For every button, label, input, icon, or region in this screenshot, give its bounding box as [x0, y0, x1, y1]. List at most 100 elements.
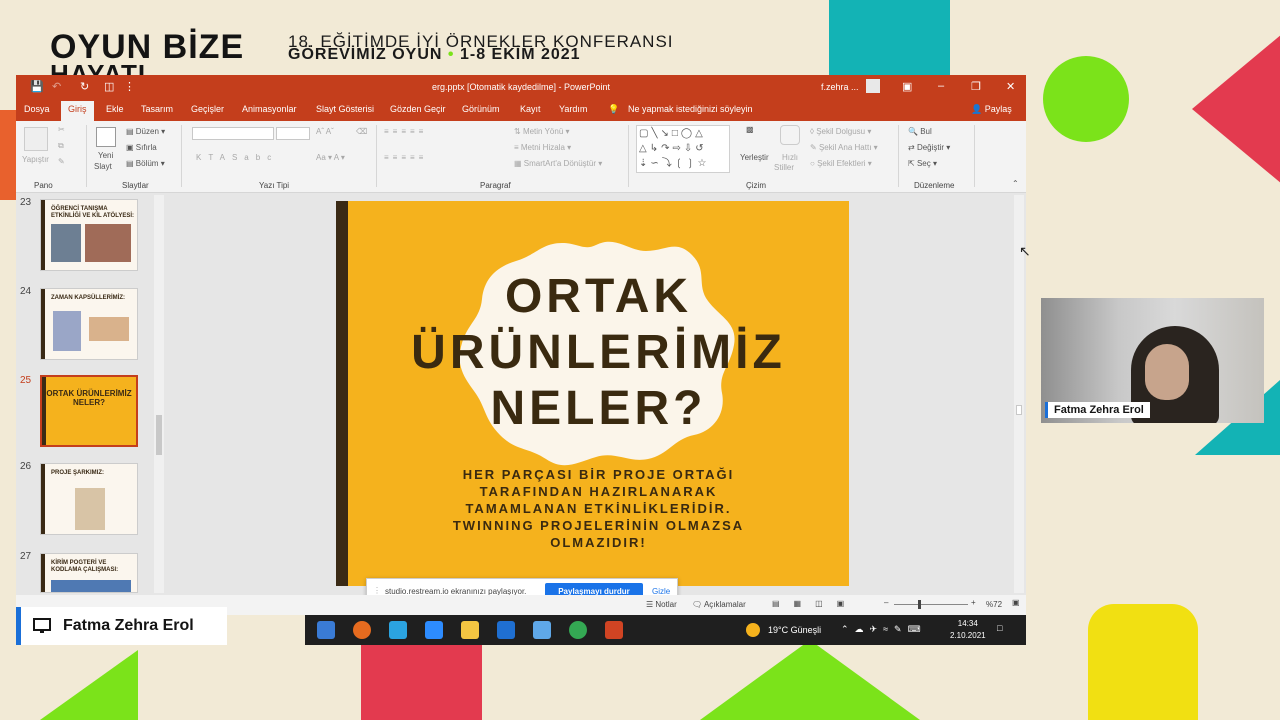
conference-logo-line2: HAYATI — [50, 60, 147, 76]
powerpoint-window: 💾 ↶ ↻ ◫ ⋮ erg.pptx [Otomatik kaydedilme]… — [16, 75, 1026, 615]
decor-yellow-block — [1088, 604, 1198, 720]
tab-dosya[interactable]: Dosya — [24, 104, 50, 114]
share-button[interactable]: 👤 Paylaş — [971, 104, 1012, 115]
font-grow-icon[interactable]: Aˆ Aˇ — [316, 127, 334, 136]
tab-slayt-gosterisi[interactable]: Slayt Gösterisi — [316, 104, 374, 114]
select-button[interactable]: ⇱ Seç ▾ — [908, 159, 937, 168]
thumb-number: 25 — [20, 375, 32, 386]
firefox-icon[interactable] — [353, 621, 371, 639]
close-icon[interactable]: ✕ — [1006, 80, 1015, 93]
conference-subtitle: GÖREVİMİZ OYUN • 1-8 EKİM 2021 — [288, 46, 581, 63]
tab-giris[interactable]: Giriş — [61, 101, 94, 121]
arrange-button[interactable]: Yerleştir — [740, 153, 769, 162]
tab-gecisler[interactable]: Geçişler — [191, 104, 224, 114]
chrome-icon[interactable] — [569, 621, 587, 639]
smartart-button[interactable]: ▦ SmartArt'a Dönüştür ▾ — [514, 159, 602, 168]
thumb-title: KİRİM POGTERİ VE KODLAMA ÇALIŞMASI: — [51, 560, 119, 573]
find-button[interactable]: 🔍 Bul — [908, 127, 932, 136]
new-slide-button-line2[interactable]: Slayt — [94, 162, 112, 171]
shape-outline-button[interactable]: ✎ Şekil Ana Hattı ▾ — [810, 143, 878, 152]
decor-green-triangle-left — [40, 650, 138, 720]
slide-thumbnail-24[interactable]: ZAMAN KAPSÜLLERİMİZ: — [40, 288, 138, 360]
new-slide-icon[interactable] — [96, 127, 116, 147]
zoom-slider-thumb[interactable] — [918, 600, 921, 609]
comments-button[interactable]: 🗨 Açıklamalar — [692, 600, 746, 609]
clock[interactable]: 14:34 2.10.2021 — [950, 618, 986, 642]
tab-kayit[interactable]: Kayıt — [520, 104, 541, 114]
weather-icon[interactable] — [746, 623, 760, 637]
file-explorer-icon[interactable] — [461, 621, 479, 639]
weather-text[interactable]: 19°C Güneşli — [768, 625, 821, 635]
quick-styles-button-line2[interactable]: Stiller — [774, 163, 794, 172]
replace-button[interactable]: ⇄ Değiştir ▾ — [908, 143, 950, 152]
user-name[interactable]: f.zehra ... — [821, 82, 859, 92]
notes-button[interactable]: ☰ Notlar — [646, 600, 677, 609]
current-slide[interactable]: ORTAK ÜRÜNLERİMİZ NELER? HER PARÇASI BİR… — [336, 201, 849, 586]
zoom-out-icon[interactable]: – — [884, 598, 888, 607]
format-painter-icon[interactable]: ✎ — [58, 157, 65, 166]
list-buttons[interactable]: ≡≡≡≡≡ — [384, 127, 427, 136]
decor-green-triangle-mid — [700, 640, 920, 720]
quick-styles-button[interactable]: Hızlı — [782, 153, 798, 162]
tell-me-search[interactable]: Ne yapmak istediğinizi söyleyin — [628, 104, 753, 114]
font-size-input[interactable] — [276, 127, 310, 140]
fit-slide-icon[interactable]: ▣ — [1012, 598, 1020, 607]
slide-thumbnail-25[interactable]: ORTAK ÜRÜNLERİMİZ NELER? — [40, 375, 138, 447]
l-app-icon[interactable] — [389, 621, 407, 639]
participant-face — [1145, 344, 1189, 400]
font-style-buttons[interactable]: KTASabc — [196, 153, 278, 162]
zoom-level[interactable]: %72 — [986, 600, 1002, 609]
shape-gallery[interactable]: ▢╲↘□◯△ △↳↷⇨⇩↺ ⇣∽⤵❲❳☆ — [636, 125, 730, 173]
presenter-label: Fatma Zehra Erol — [16, 607, 227, 645]
minimize-icon[interactable]: – — [938, 80, 944, 92]
text-direction-button[interactable]: ⇅ Metin Yönü ▾ — [514, 127, 570, 136]
new-slide-button[interactable]: Yeni — [98, 151, 113, 160]
font-color-icon[interactable]: Aa ▾ A ▾ — [316, 153, 345, 162]
collapse-ribbon-icon[interactable]: ⌃ — [1012, 179, 1019, 188]
tab-gorunum[interactable]: Görünüm — [462, 104, 500, 114]
system-tray-icons[interactable]: ⌃☁✈≈✎⌨ — [841, 624, 927, 635]
align-text-button[interactable]: ≡ Metni Hizala ▾ — [514, 143, 571, 152]
powerpoint-icon[interactable] — [605, 621, 623, 639]
avatar[interactable] — [866, 79, 880, 93]
paste-button[interactable]: Yapıştır — [22, 155, 49, 164]
shape-fill-button[interactable]: ◊ Şekil Dolgusu ▾ — [810, 127, 871, 136]
cut-icon[interactable]: ✂ — [58, 125, 65, 134]
slide-thumbnail-27[interactable]: KİRİM POGTERİ VE KODLAMA ÇALIŞMASI: — [40, 553, 138, 593]
clear-format-icon[interactable]: ⌫ — [356, 127, 367, 136]
group-pano: Pano — [34, 181, 53, 190]
font-name-input[interactable] — [192, 127, 274, 140]
slide-thumbnail-26[interactable]: PROJE ŞARKIMIZ: — [40, 463, 138, 535]
thumb-title: ORTAK ÜRÜNLERİMİZ NELER? — [46, 389, 132, 407]
tab-gozden-gecir[interactable]: Gözden Geçir — [390, 104, 446, 114]
align-buttons[interactable]: ≡≡≡≡≡ — [384, 153, 427, 162]
workspace: 23 ÖĞRENCİ TANIŞMA ETKİNLİĞİ VE KİL ATÖL… — [16, 193, 1026, 595]
tab-tasarim[interactable]: Tasarım — [141, 104, 173, 114]
app-icon[interactable] — [533, 621, 551, 639]
decor-red-block — [361, 644, 482, 720]
notifications-icon[interactable]: □ — [997, 623, 1002, 633]
zoom-slider[interactable] — [894, 604, 968, 605]
maximize-icon[interactable]: ❐ — [971, 80, 981, 93]
reset-button[interactable]: ▣ Sıfırla — [126, 143, 157, 152]
cursor-icon: ↖ — [1019, 243, 1031, 259]
shape-effects-button[interactable]: ○ Şekil Efektleri ▾ — [810, 159, 872, 168]
zoom-icon[interactable] — [425, 621, 443, 639]
thumbnail-scrollbar[interactable] — [154, 195, 164, 593]
section-button[interactable]: ▤ Bölüm ▾ — [126, 159, 165, 168]
view-buttons[interactable]: ▤▦◫▣ — [772, 599, 858, 608]
store-icon[interactable] — [317, 621, 335, 639]
quick-styles-icon[interactable] — [780, 125, 800, 145]
arrange-icon[interactable]: ▩ — [746, 125, 766, 145]
slide-thumbnail-23[interactable]: ÖĞRENCİ TANIŞMA ETKİNLİĞİ VE KİL ATÖLYES… — [40, 199, 138, 271]
paste-icon[interactable] — [24, 127, 48, 151]
tab-animasyonlar[interactable]: Animasyonlar — [242, 104, 297, 114]
ribbon-display-icon[interactable]: ▣ — [902, 80, 912, 93]
layout-button[interactable]: ▤ Düzen ▾ — [126, 127, 165, 136]
tab-yardim[interactable]: Yardım — [559, 104, 587, 114]
copy-icon[interactable]: ⧉ — [58, 141, 64, 151]
drag-handle-icon[interactable]: ⋮ — [373, 586, 381, 595]
zoom-in-icon[interactable]: + — [971, 598, 976, 607]
tab-ekle[interactable]: Ekle — [106, 104, 124, 114]
mail-icon[interactable] — [497, 621, 515, 639]
